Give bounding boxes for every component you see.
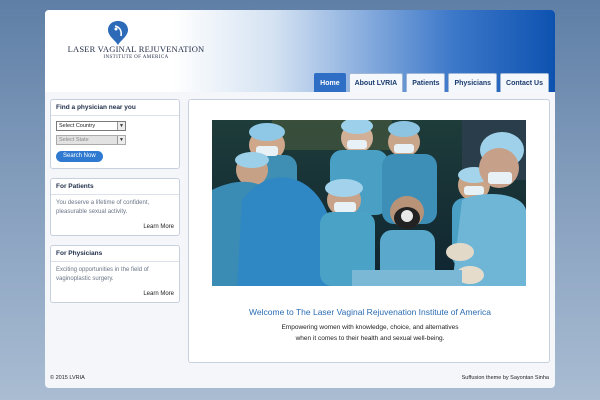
logo-mark-icon [108,21,128,45]
sidebar: Find a physician near you Select Country… [50,99,180,312]
nav-tab-about[interactable]: About LVRIA [348,73,404,92]
tagline-line: Empowering women with knowledge, choice,… [281,324,459,331]
nav-tab-physicians[interactable]: Physicians [448,73,498,92]
widget-text: Exciting opportunities in the field of v… [56,267,149,282]
country-select[interactable]: Select Country ▼ [56,121,126,131]
page-container: LASER VAGINAL REJUVENATION INSTITUTE OF … [45,10,555,388]
widget-title: For Physicians [51,246,179,262]
main-nav: Home About LVRIA Patients Physicians Con… [314,73,549,92]
learn-more-link[interactable]: Learn More [51,288,179,302]
nav-tab-patients[interactable]: Patients [406,73,446,92]
welcome-heading: Welcome to The Laser Vaginal Rejuvenatio… [249,307,491,317]
logo-title[interactable]: LASER VAGINAL REJUVENATION [51,44,221,54]
theme-credit[interactable]: Suffusion theme by Sayontan Sinha [462,375,549,381]
search-now-button[interactable]: Search Now [56,151,103,162]
nav-tab-contact[interactable]: Contact Us [500,73,549,92]
surgeons-illustration [212,120,526,286]
chevron-down-icon: ▼ [117,136,125,144]
patients-widget: For Patients You deserve a lifetime of c… [50,178,180,236]
physician-finder-widget: Find a physician near you Select Country… [50,99,180,169]
copyright-text: © 2015 LVRIA [50,375,85,381]
widget-title: For Patients [51,179,179,195]
tagline-line: when it comes to their health and sexual… [295,335,445,342]
main-content: Welcome to The Laser Vaginal Rejuvenatio… [188,99,550,363]
site-header: LASER VAGINAL REJUVENATION INSTITUTE OF … [45,10,555,92]
tagline: Empowering women with knowledge, choice,… [189,322,551,344]
widget-title: Find a physician near you [51,100,179,116]
chevron-down-icon: ▼ [117,122,125,130]
widget-text: You deserve a lifetime of confident, ple… [56,200,150,215]
physicians-widget: For Physicians Exciting opportunities in… [50,245,180,303]
surgery-team-photo [212,120,526,286]
nav-tab-home[interactable]: Home [314,73,346,92]
learn-more-link[interactable]: Learn More [51,221,179,235]
logo-subtitle: INSTITUTE OF AMERICA [103,55,169,60]
state-select[interactable]: Select State ▼ [56,135,126,145]
